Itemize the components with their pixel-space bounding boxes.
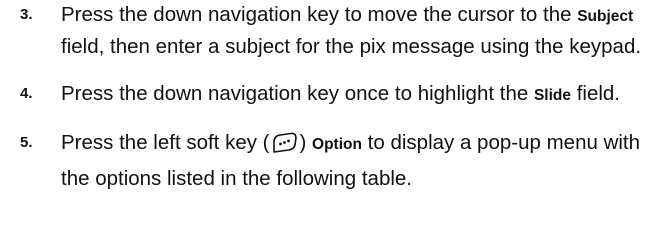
step-text-mid: )	[299, 131, 313, 154]
ui-term-subject: Subject	[577, 8, 634, 25]
step-5: 5. Press the left soft key ( ) Option to …	[8, 128, 644, 194]
step-text-after: field, then enter a subject for the pix …	[61, 35, 642, 58]
left-soft-key-icon	[271, 131, 299, 164]
step-number: 4.	[20, 85, 33, 102]
step-text-before: Press the down navigation key to move th…	[61, 3, 578, 26]
step-number: 3.	[20, 6, 33, 23]
step-4: 4. Press the down navigation key once to …	[8, 79, 644, 111]
ui-term-slide: Slide	[533, 87, 571, 104]
ui-term-option: Option	[312, 136, 362, 153]
step-text-after: field.	[571, 82, 620, 105]
instruction-steps: 3. Press the down navigation key to move …	[8, 0, 644, 211]
step-text-before: Press the down navigation key once to hi…	[61, 82, 534, 105]
step-3: 3. Press the down navigation key to move …	[8, 0, 644, 62]
step-text-before: Press the left soft key (	[61, 131, 270, 154]
step-number: 5.	[20, 134, 33, 151]
